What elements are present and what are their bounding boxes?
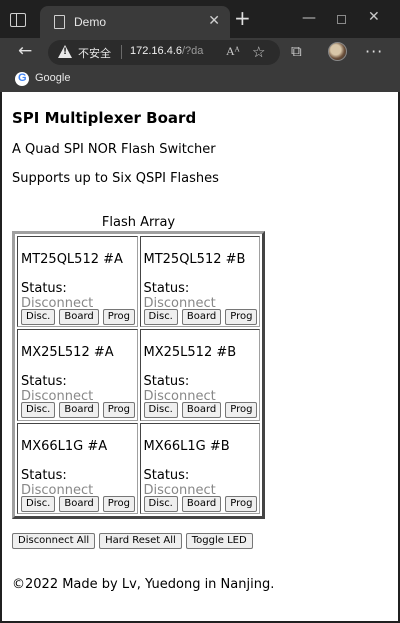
cell-buttons: Disc. Board Prog bbox=[143, 309, 258, 325]
page-subtitle: A Quad SPI NOR Flash Switcher bbox=[12, 142, 216, 157]
flash-cell: MX25L512 #B Status: Disconnect Disc. Boa… bbox=[139, 329, 260, 421]
status-label: Status: bbox=[21, 281, 67, 296]
address-toolbar: ← 不安全 172.16.4.6/?da Aᴬ ☆ ⧉ ··· bbox=[0, 38, 400, 67]
page-icon bbox=[54, 15, 65, 29]
prog-button[interactable]: Prog bbox=[102, 495, 135, 512]
warning-icon[interactable] bbox=[58, 45, 72, 58]
flash-grid: MT25QL512 #A Status: Disconnect Disc. Bo… bbox=[17, 236, 260, 514]
status-label: Status: bbox=[143, 467, 190, 483]
tab-demo[interactable]: Demo ✕ bbox=[40, 6, 230, 38]
chip-name: MT25QL512 #B bbox=[143, 252, 246, 267]
toggle-led-button[interactable]: Toggle LED bbox=[185, 533, 253, 549]
divider bbox=[121, 45, 122, 59]
flash-cell: MX25L512 #A Status: Disconnect Disc. Boa… bbox=[17, 329, 138, 421]
status-label: Status: bbox=[21, 374, 67, 390]
profile-avatar[interactable] bbox=[328, 42, 347, 61]
status-line: Status: Disconnect bbox=[21, 468, 137, 498]
page-title: SPI Multiplexer Board bbox=[12, 109, 197, 127]
board-button[interactable]: Board bbox=[181, 495, 222, 512]
status-line: Status: Disconnect bbox=[144, 281, 260, 311]
extensions-icon[interactable]: ⧉ bbox=[291, 42, 302, 60]
url-path: /?da bbox=[182, 45, 204, 57]
minimize-icon[interactable]: — bbox=[302, 10, 316, 26]
global-actions: Disconnect All Hard Reset All Toggle LED bbox=[12, 533, 253, 549]
more-menu-icon[interactable]: ··· bbox=[365, 42, 383, 61]
disconnect-button[interactable]: Disc. bbox=[143, 495, 178, 512]
flash-cell: MT25QL512 #B Status: Disconnect Disc. Bo… bbox=[139, 236, 260, 328]
status-line: Status: Disconnect bbox=[144, 468, 260, 498]
bookmarks-bar: G Google bbox=[0, 67, 400, 92]
security-label[interactable]: 不安全 bbox=[78, 45, 111, 61]
prog-button[interactable]: Prog bbox=[102, 309, 135, 325]
url-host: 172.16.4.6 bbox=[130, 45, 182, 57]
chip-name: MX66L1G #A bbox=[21, 438, 108, 454]
status-line: Status: Disconnect bbox=[21, 374, 137, 404]
disconnect-all-button[interactable]: Disconnect All bbox=[12, 533, 96, 549]
new-tab-icon[interactable]: + bbox=[234, 8, 251, 28]
flash-cell: MX66L1G #B Status: Disconnect Disc. Boar… bbox=[139, 422, 260, 514]
disconnect-button[interactable]: Disc. bbox=[21, 309, 56, 325]
cell-buttons: Disc. Board Prog bbox=[143, 495, 258, 512]
disconnect-button[interactable]: Disc. bbox=[21, 402, 56, 419]
cell-buttons: Disc. Board Prog bbox=[21, 309, 135, 325]
status-line: Status: Disconnect bbox=[21, 281, 137, 311]
tab-actions-icon[interactable] bbox=[10, 13, 26, 27]
google-icon: G bbox=[15, 72, 29, 86]
board-button[interactable]: Board bbox=[59, 495, 99, 512]
close-tab-icon[interactable]: ✕ bbox=[208, 12, 220, 30]
board-button[interactable]: Board bbox=[181, 309, 222, 325]
disconnect-button[interactable]: Disc. bbox=[21, 495, 56, 512]
chip-name: MX66L1G #B bbox=[143, 438, 230, 454]
cell-buttons: Disc. Board Prog bbox=[21, 402, 135, 419]
board-button[interactable]: Board bbox=[181, 402, 222, 419]
status-label: Status: bbox=[143, 374, 190, 390]
prog-button[interactable]: Prog bbox=[225, 402, 258, 419]
cell-buttons: Disc. Board Prog bbox=[21, 495, 135, 512]
web-page: SPI Multiplexer Board A Quad SPI NOR Fla… bbox=[2, 92, 398, 621]
favorites-star-icon[interactable]: ☆ bbox=[252, 43, 265, 61]
tab-strip: Demo ✕ + — ✕ bbox=[0, 0, 400, 38]
prog-button[interactable]: Prog bbox=[102, 402, 135, 419]
support-text: Supports up to Six QSPI Flashes bbox=[12, 171, 219, 186]
close-window-icon[interactable]: ✕ bbox=[368, 9, 380, 25]
url-text[interactable]: 172.16.4.6/?da bbox=[130, 45, 203, 57]
board-button[interactable]: Board bbox=[59, 402, 99, 419]
chip-name: MT25QL512 #A bbox=[21, 252, 123, 267]
bookmark-google[interactable]: Google bbox=[35, 72, 70, 84]
footer-text: ©2022 Made by Lv, Yuedong in Nanjing. bbox=[12, 577, 275, 592]
tab-title: Demo bbox=[74, 15, 107, 29]
disconnect-button[interactable]: Disc. bbox=[143, 309, 178, 325]
table-caption: Flash Array bbox=[101, 215, 176, 230]
cell-buttons: Disc. Board Prog bbox=[143, 402, 258, 419]
status-label: Status: bbox=[143, 281, 190, 296]
flash-cell: MT25QL512 #A Status: Disconnect Disc. Bo… bbox=[17, 236, 138, 328]
status-line: Status: Disconnect bbox=[144, 374, 260, 404]
chip-name: MX25L512 #A bbox=[21, 345, 114, 361]
prog-button[interactable]: Prog bbox=[225, 309, 258, 325]
board-button[interactable]: Board bbox=[59, 309, 99, 325]
disconnect-button[interactable]: Disc. bbox=[143, 402, 178, 419]
maximize-icon[interactable] bbox=[337, 15, 346, 24]
back-icon[interactable]: ← bbox=[18, 41, 32, 61]
prog-button[interactable]: Prog bbox=[225, 495, 258, 512]
flash-array-table: MT25QL512 #A Status: Disconnect Disc. Bo… bbox=[12, 231, 265, 519]
status-label: Status: bbox=[21, 467, 67, 483]
hard-reset-all-button[interactable]: Hard Reset All bbox=[99, 533, 182, 549]
address-bar[interactable]: 不安全 172.16.4.6/?da Aᴬ ☆ bbox=[48, 40, 280, 65]
flash-cell: MX66L1G #A Status: Disconnect Disc. Boar… bbox=[17, 422, 138, 514]
read-aloud-icon[interactable]: Aᴬ bbox=[226, 44, 240, 59]
chip-name: MX25L512 #B bbox=[143, 345, 237, 361]
browser-window: Demo ✕ + — ✕ ← 不安全 172.16.4.6/?da Aᴬ ☆ ⧉… bbox=[0, 0, 400, 623]
